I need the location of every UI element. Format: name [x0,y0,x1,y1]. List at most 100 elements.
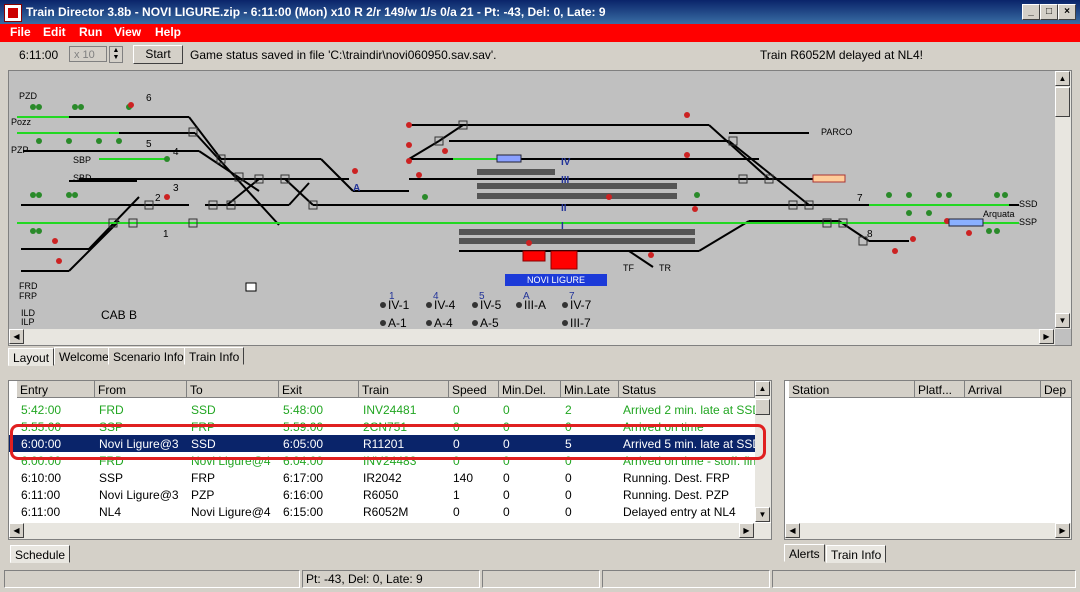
col-from[interactable]: From [95,381,187,398]
svg-text:NOVI LIGURE: NOVI LIGURE [527,275,585,285]
scroll-thumb[interactable] [755,399,770,415]
scroll-right-icon[interactable]: ▶ [739,523,754,538]
svg-text:A-5: A-5 [480,316,499,330]
scroll-left-icon[interactable]: ◀ [9,523,24,538]
schedule-vertical-scrollbar[interactable]: ▲ ▼ [755,381,771,522]
col-departure[interactable]: Dep [1041,381,1071,398]
col-status[interactable]: Status [619,381,755,398]
table-row[interactable]: 6:11:00 Novi Ligure@3 PZP 6:16:00 R6050 1 0 0 Ru… [9,486,755,503]
cell-exit: 6:17:00 [283,471,324,485]
svg-text:8: 8 [867,229,873,240]
minimize-button[interactable]: _ [1022,4,1040,20]
col-arrival[interactable]: Arrival [965,381,1041,398]
start-button[interactable]: Start [133,45,183,64]
tab-layout[interactable]: Layout [8,348,55,366]
cell-speed: 0 [453,454,460,468]
scroll-right-icon[interactable]: ▶ [1039,329,1054,344]
cell-speed: 1 [453,488,460,502]
maximize-button[interactable]: □ [1040,4,1058,20]
cell-entry: 5:55:00 [21,420,62,434]
speed-field[interactable]: x 10 [69,46,107,62]
table-row[interactable]: 5:55:00 SSP FRP 5:59:00 2CN751 0 0 0 Arrived on … [9,418,755,435]
cell-entry: 6:10:00 [21,471,62,485]
table-row[interactable]: 6:00:00 FRD Novi Ligure@4 6:04:00 INV24483 0 0… [9,452,771,469]
cell-del: 0 [503,454,510,468]
svg-text:ILP: ILP [21,317,35,327]
col-exit[interactable]: Exit [279,381,359,398]
window-title: Train Director 3.8b - NOVI LIGURE.zip - … [26,5,606,19]
svg-text:TF: TF [623,263,634,273]
cell-exit: 6:04:00 [283,454,324,468]
cell-del: 0 [503,420,510,434]
station-horizontal-scrollbar[interactable]: ◀ ▶ [785,523,1071,539]
col-min-late[interactable]: Min.Late [561,381,619,398]
svg-text:III-A: III-A [524,298,546,312]
status-cell-empty [4,570,300,588]
svg-text:Arquata: Arquata [983,209,1015,219]
tab-welcome[interactable]: Welcome [54,347,114,365]
cell-speed: 0 [453,403,460,417]
menu-file[interactable]: File [10,25,31,39]
menu-run[interactable]: Run [79,25,102,39]
svg-text:3: 3 [173,183,179,194]
close-button[interactable]: × [1058,4,1076,20]
track-layout-canvas[interactable]: PZD Pozz PZP SBP SBD FRD FRP ILD ILP PAR… [8,70,1072,346]
cell-speed: 0 [453,437,460,451]
svg-text:A-4: A-4 [434,316,453,330]
cell-status: Arrived on time - stoff. fin RC [623,454,772,468]
cell-late: 0 [565,471,572,485]
layout-horizontal-scrollbar[interactable]: ◀ ▶ [9,329,1055,345]
svg-text:TR: TR [659,263,671,273]
cell-late: 0 [565,454,572,468]
scroll-thumb[interactable] [1055,87,1070,117]
col-train[interactable]: Train [359,381,449,398]
cell-del: 0 [503,488,510,502]
cell-del: 0 [503,471,510,485]
cell-speed: 0 [453,505,460,519]
col-platform[interactable]: Platf... [915,381,965,398]
table-row[interactable]: 6:00:00 Novi Ligure@3 SSD 6:05:00 R11201 0 0 5 A… [9,435,761,452]
tab-schedule[interactable]: Schedule [10,545,71,563]
cell-from: FRD [99,403,124,417]
scroll-down-icon[interactable]: ▼ [755,507,770,522]
status-cell-empty [772,570,1076,588]
cell-exit: 6:15:00 [283,505,324,519]
status-bar: Pt: -43, Del: 0, Late: 9 [0,568,1080,590]
table-row[interactable]: 6:11:00 NL4 Novi Ligure@4 6:15:00 R6052M 0 0 0 D… [9,503,755,520]
svg-text:SBP: SBP [73,155,91,165]
scroll-up-icon[interactable]: ▲ [755,381,770,396]
scroll-left-icon[interactable]: ◀ [9,329,24,344]
layout-vertical-scrollbar[interactable]: ▲ ▼ [1055,71,1071,329]
schedule-horizontal-scrollbar[interactable]: ◀ ▶ [9,523,771,539]
col-min-del[interactable]: Min.Del. [499,381,561,398]
cell-from: SSP [99,471,124,485]
svg-text:PZD: PZD [19,91,38,101]
table-row[interactable]: 5:42:00 FRD SSD 5:48:00 INV24481 0 0 2 Arrived 2… [9,401,761,418]
scroll-left-icon[interactable]: ◀ [785,523,800,538]
cell-to: SSD [191,403,216,417]
col-station[interactable]: Station [789,381,915,398]
col-speed[interactable]: Speed [449,381,499,398]
menu-edit[interactable]: Edit [43,25,66,39]
status-message: Game status saved in file 'C:\traindir\n… [190,48,497,62]
cell-exit: 6:05:00 [283,437,324,451]
menu-bar: File Edit Run View Help [0,24,1080,42]
tab-train-info-top[interactable]: Train Info [184,347,245,365]
menu-view[interactable]: View [114,25,141,39]
menu-help[interactable]: Help [155,25,181,39]
cell-del: 0 [503,437,510,451]
scroll-down-icon[interactable]: ▼ [1055,313,1070,328]
speed-stepper[interactable]: ▲ ▼ [109,46,123,63]
col-entry[interactable]: Entry [17,381,95,398]
scroll-right-icon[interactable]: ▶ [1055,523,1070,538]
svg-text:I: I [561,221,564,232]
table-row[interactable]: 6:10:00 SSP FRP 6:17:00 IR2042 140 0 0 Running. … [9,469,755,486]
tab-scenario-info[interactable]: Scenario Info [108,347,189,365]
col-to[interactable]: To [187,381,279,398]
tab-train-info[interactable]: Train Info [826,545,887,563]
tab-alerts[interactable]: Alerts [784,544,825,562]
svg-text:PARCO: PARCO [821,127,852,137]
svg-text:IV-4: IV-4 [434,298,456,312]
svg-text:A-1: A-1 [388,316,407,330]
scroll-up-icon[interactable]: ▲ [1055,71,1070,86]
